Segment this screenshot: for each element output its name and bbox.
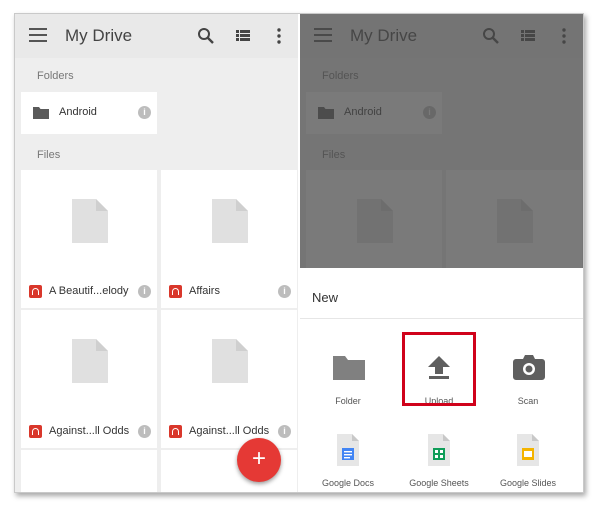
dim-overlay[interactable] (300, 14, 583, 268)
page-title: My Drive (65, 26, 133, 45)
file-placeholder-icon (72, 199, 108, 243)
google-docs-icon (337, 434, 359, 466)
audio-file-icon (29, 285, 42, 298)
info-icon[interactable]: i (278, 425, 291, 438)
info-icon[interactable]: i (138, 106, 151, 119)
file-footer: A Beautif...elody i (21, 274, 157, 308)
file-card[interactable]: A Beautif...elody i (21, 170, 157, 308)
files-heading: Files (37, 149, 61, 161)
file-name: A Beautif...elody (49, 285, 129, 297)
file-card[interactable]: Against...ll Odds i (21, 310, 157, 448)
folder-icon (333, 356, 365, 380)
option-label: Google Slides (499, 478, 557, 488)
file-name: Against...ll Odds (189, 425, 270, 437)
camera-icon (513, 355, 545, 380)
file-footer: Against...ll Odds i (161, 414, 297, 448)
list-view-icon[interactable] (236, 30, 250, 41)
file-card[interactable] (21, 450, 157, 492)
new-folder-option[interactable]: Folder (308, 354, 388, 414)
file-thumbnail (21, 170, 157, 270)
google-sheets-icon (428, 434, 450, 466)
app-bar: My Drive (15, 14, 298, 58)
file-thumbnail (21, 310, 157, 410)
upload-highlight-box (402, 332, 476, 406)
info-icon[interactable]: i (278, 285, 291, 298)
file-placeholder-icon (72, 339, 108, 383)
google-sheets-option[interactable]: Google Sheets (399, 434, 479, 490)
file-name: Against...ll Odds (49, 425, 130, 437)
file-footer: Affairs i (161, 274, 297, 308)
file-thumbnail (161, 310, 297, 410)
option-label: Google Sheets (409, 478, 469, 488)
option-label: Scan (517, 396, 539, 406)
option-label: Google Docs (321, 478, 375, 488)
new-bottom-sheet: New Folder Upload Scan Google Docs Googl… (300, 268, 583, 492)
folders-heading: Folders (37, 70, 74, 82)
divider (300, 318, 583, 319)
info-icon[interactable]: i (138, 425, 151, 438)
audio-file-icon (169, 285, 182, 298)
search-icon[interactable] (197, 27, 215, 45)
my-drive-screen: My Drive Folders Android i Files A Beaut… (15, 14, 298, 492)
add-new-button[interactable]: + (237, 438, 281, 482)
sheet-title: New (312, 290, 339, 305)
folder-item-android[interactable]: Android i (21, 92, 157, 134)
new-sheet-screen: My Drive Folders Android i Files (300, 14, 583, 492)
file-card[interactable]: Affairs i (161, 170, 297, 308)
file-placeholder-icon (212, 199, 248, 243)
audio-file-icon (169, 425, 182, 438)
file-placeholder-icon (212, 339, 248, 383)
google-slides-option[interactable]: Google Slides (488, 434, 568, 490)
option-label: Folder (335, 396, 361, 406)
folder-icon (33, 107, 49, 119)
file-footer: Against...ll Odds i (21, 414, 157, 448)
menu-icon[interactable] (29, 28, 47, 42)
google-docs-option[interactable]: Google Docs (308, 434, 388, 490)
info-icon[interactable]: i (138, 285, 151, 298)
audio-file-icon (29, 425, 42, 438)
file-thumbnail (161, 170, 297, 270)
more-options-icon[interactable] (277, 28, 281, 44)
file-card[interactable]: Against...ll Odds i (161, 310, 297, 448)
folder-name: Android (59, 106, 97, 118)
file-name: Affairs (189, 285, 220, 297)
scan-option[interactable]: Scan (488, 354, 568, 414)
google-slides-icon (517, 434, 539, 466)
screenshot-frame: My Drive Folders Android i Files A Beaut… (14, 13, 584, 493)
